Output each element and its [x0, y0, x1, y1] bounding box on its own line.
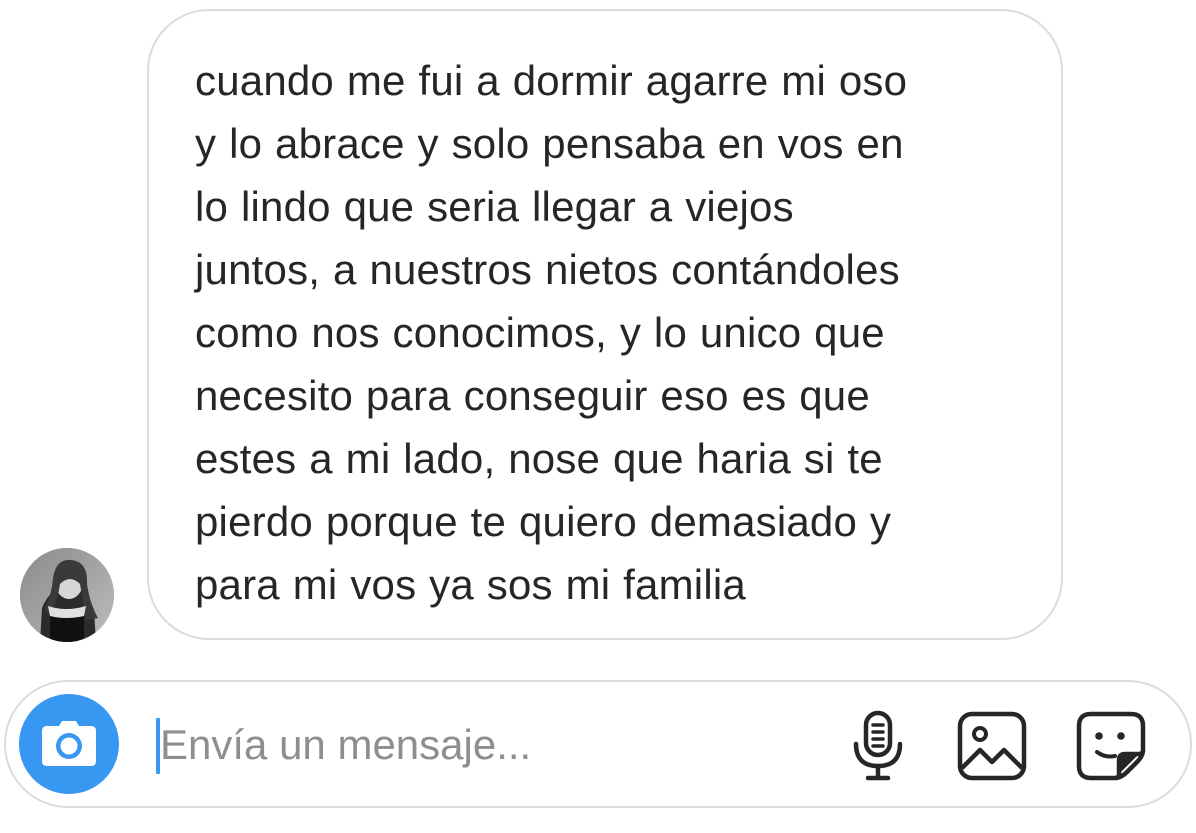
message-text: cuando me fui a dormir agarre mi oso y l… — [195, 49, 1021, 616]
message-line: pierdo porque te quiero demasiado y — [195, 498, 892, 545]
message-composer — [4, 680, 1192, 808]
message-line: lo lindo que seria llegar a viejos — [195, 183, 794, 230]
camera-icon — [42, 721, 96, 766]
message-line: y lo abrace y solo pensaba en vos en — [195, 120, 904, 167]
microphone-button[interactable] — [840, 708, 916, 784]
message-input[interactable] — [160, 712, 820, 778]
message-line: estes a mi lado, nose que haria si te — [195, 435, 883, 482]
sticker-icon — [1076, 711, 1146, 781]
message-thread: cuando me fui a dormir agarre mi oso y l… — [0, 0, 1196, 660]
received-message-bubble[interactable]: cuando me fui a dormir agarre mi oso y l… — [147, 9, 1063, 640]
gallery-icon — [957, 711, 1027, 781]
sender-avatar[interactable] — [20, 548, 114, 642]
microphone-icon — [853, 710, 903, 781]
avatar-photo — [20, 548, 114, 642]
message-line: juntos, a nuestros nietos contándoles — [195, 246, 900, 293]
message-line: para mi vos ya sos mi familia — [195, 561, 746, 608]
camera-button[interactable] — [19, 694, 119, 794]
sticker-button[interactable] — [1073, 708, 1149, 784]
message-line: como nos conocimos, y lo unico que — [195, 309, 885, 356]
gallery-button[interactable] — [954, 708, 1030, 784]
message-line: cuando me fui a dormir agarre mi oso — [195, 57, 908, 104]
message-line: necesito para conseguir eso es que — [195, 372, 870, 419]
